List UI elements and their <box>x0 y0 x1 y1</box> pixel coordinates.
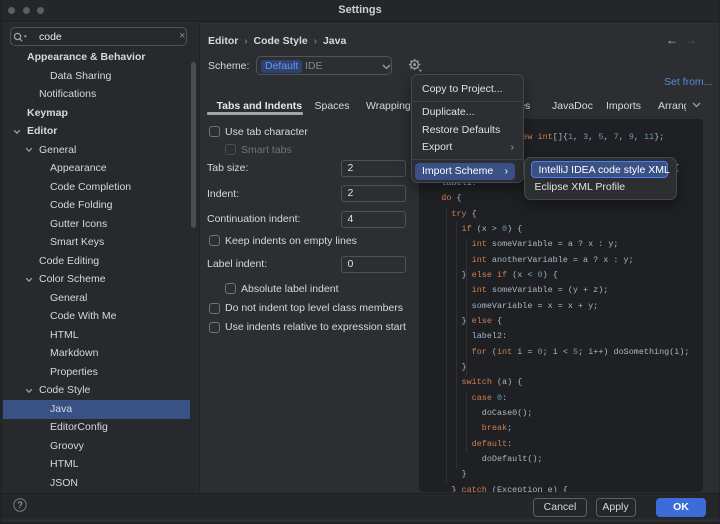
svg-text:?: ? <box>17 500 22 510</box>
